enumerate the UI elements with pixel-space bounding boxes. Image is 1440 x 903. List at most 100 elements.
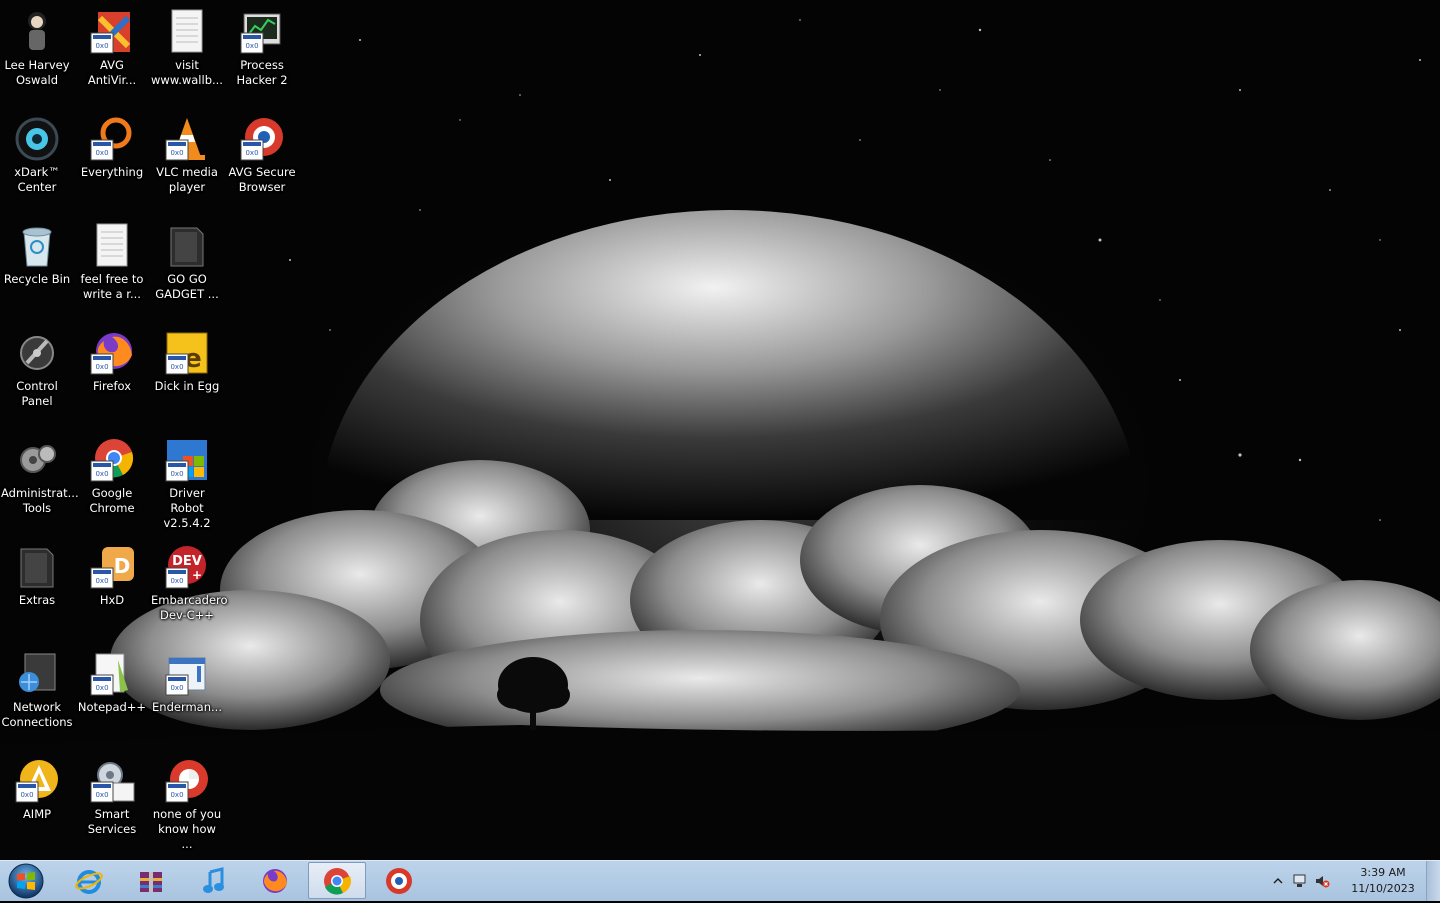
firefox-icon bbox=[263, 868, 287, 893]
desktop-icon[interactable]: visit www.wallb... bbox=[150, 4, 224, 88]
svg-text:0x0: 0x0 bbox=[245, 42, 258, 50]
folder-dark-icon bbox=[13, 543, 61, 591]
taskbar-clock[interactable]: 3:39 AM 11/10/2023 bbox=[1348, 865, 1418, 897]
svg-text:0x0: 0x0 bbox=[95, 42, 108, 50]
folder-dark-icon bbox=[163, 222, 211, 270]
hxd-icon: D 0x0 bbox=[88, 543, 136, 591]
desktop-icon-label: Driver Robot v2.5.4.2 bbox=[163, 486, 211, 530]
taskbar-button[interactable] bbox=[60, 862, 118, 899]
text-document-icon bbox=[163, 8, 211, 56]
taskbar-button[interactable] bbox=[308, 862, 366, 899]
system-tray: 3:39 AM 11/10/2023 bbox=[1270, 861, 1440, 901]
desktop-icon-label: GO GO GADGET ... bbox=[155, 272, 219, 301]
desktop-icon-label: AVG AntiVir... bbox=[87, 58, 137, 87]
svg-text:0x0: 0x0 bbox=[170, 577, 183, 585]
taskbar-button[interactable] bbox=[246, 862, 304, 899]
desktop-icon[interactable]: Lee Harvey Oswald bbox=[0, 4, 74, 88]
application-icon: 0x0 bbox=[163, 650, 211, 698]
person-figure-icon bbox=[13, 8, 61, 56]
desktop-icon[interactable]: 0x0 Notepad++ bbox=[75, 646, 149, 715]
desktop-icon[interactable]: 0x0 Firefox bbox=[75, 325, 149, 394]
desktop-icon-label: Process Hacker 2 bbox=[236, 58, 288, 87]
desktop-icon-label: feel free to write a r... bbox=[80, 272, 144, 301]
desktop-icon-label: AVG Secure Browser bbox=[228, 165, 296, 194]
clock-time: 3:39 AM bbox=[1360, 866, 1406, 879]
taskbar: 3:39 AM 11/10/2023 bbox=[0, 860, 1440, 901]
show-desktop-button[interactable] bbox=[1426, 861, 1440, 901]
svg-text:0x0: 0x0 bbox=[20, 791, 33, 799]
desktop-icon[interactable]: 0x0 Smart Services bbox=[75, 753, 149, 837]
desktop-icon[interactable]: 0x0 Google Chrome bbox=[75, 432, 149, 516]
desktop-icon[interactable]: 0x0 VLC media player bbox=[150, 111, 224, 195]
desktop-icon-label: Everything bbox=[80, 165, 144, 179]
desktop-icon[interactable]: xDark™ Center bbox=[0, 111, 74, 195]
desktop-icon[interactable]: 0x0 none of you know how ... bbox=[150, 753, 224, 852]
control-panel-icon bbox=[13, 329, 61, 377]
driver-robot-icon: 0x0 bbox=[163, 436, 211, 484]
notepadpp-icon: 0x0 bbox=[88, 650, 136, 698]
desktop-icon[interactable]: Extras bbox=[0, 539, 74, 608]
desktop-icon-label: Google Chrome bbox=[89, 486, 135, 515]
network-connections-icon bbox=[13, 650, 61, 698]
process-hacker-icon: 0x0 bbox=[238, 8, 286, 56]
chrome-icon bbox=[324, 867, 351, 895]
desktop-icon-label: HxD bbox=[99, 593, 125, 607]
taskbar-button[interactable] bbox=[122, 862, 180, 899]
desktop-icon[interactable]: 0x0 Driver Robot v2.5.4.2 bbox=[150, 432, 224, 531]
taskbar-button[interactable] bbox=[184, 862, 242, 899]
desktop-icon-label: Recycle Bin bbox=[3, 272, 71, 286]
desktop-icon[interactable]: D 0x0 HxD bbox=[75, 539, 149, 608]
clock-date: 11/10/2023 bbox=[1351, 882, 1415, 895]
desktop-icon-label: Control Panel bbox=[16, 379, 58, 408]
desktop-icon[interactable]: 0x0 Enderman... bbox=[150, 646, 224, 715]
everything-search-icon: 0x0 bbox=[88, 115, 136, 163]
svg-text:0x0: 0x0 bbox=[95, 470, 108, 478]
red-browser-icon: 0x0 bbox=[163, 757, 211, 805]
svg-text:0x0: 0x0 bbox=[95, 363, 108, 371]
avg-antivirus-icon: 0x0 bbox=[88, 8, 136, 56]
desktop-icon[interactable]: 0x0 AIMP bbox=[0, 753, 74, 822]
avg-browser-icon: 0x0 bbox=[238, 115, 286, 163]
smart-services-icon: 0x0 bbox=[88, 757, 136, 805]
desktop-icon[interactable]: GO GO GADGET ... bbox=[150, 218, 224, 302]
desktop-icon[interactable]: Administrat... Tools bbox=[0, 432, 79, 516]
desktop-icon[interactable]: feel free to write a r... bbox=[75, 218, 149, 302]
xdark-center-icon bbox=[13, 115, 61, 163]
network-icon[interactable] bbox=[1292, 873, 1308, 889]
recycle-bin-icon bbox=[13, 222, 61, 270]
svg-text:0x0: 0x0 bbox=[170, 791, 183, 799]
desktop-icon-label: AIMP bbox=[22, 807, 52, 821]
internet-explorer-icon bbox=[75, 869, 103, 894]
desktop-icon[interactable]: e 0x0 Dick in Egg bbox=[150, 325, 224, 394]
winrar-icon bbox=[140, 871, 162, 892]
volume-muted-icon[interactable] bbox=[1314, 873, 1330, 889]
chrome-icon: 0x0 bbox=[88, 436, 136, 484]
show-hidden-icons-arrow[interactable] bbox=[1270, 873, 1286, 889]
desktop-icon-label: Notepad++ bbox=[77, 700, 147, 714]
desktop-icon-label: visit www.wallb... bbox=[151, 58, 223, 87]
desktop-icon-label: Network Connections bbox=[1, 700, 73, 729]
desktop-icon[interactable]: 0x0 AVG Secure Browser bbox=[225, 111, 299, 195]
desktop-icon-label: xDark™ Center bbox=[14, 165, 60, 194]
desktop-icon[interactable]: 0x0 Everything bbox=[75, 111, 149, 180]
start-button[interactable] bbox=[6, 862, 46, 900]
taskbar-button[interactable] bbox=[370, 862, 428, 899]
desktop-icon[interactable]: Network Connections bbox=[0, 646, 74, 730]
svg-text:0x0: 0x0 bbox=[95, 684, 108, 692]
avg-browser-icon bbox=[386, 867, 412, 894]
desktop-icon[interactable]: 0x0 Process Hacker 2 bbox=[225, 4, 299, 88]
svg-text:0x0: 0x0 bbox=[95, 577, 108, 585]
vlc-cone-icon: 0x0 bbox=[163, 115, 211, 163]
svg-text:0x0: 0x0 bbox=[95, 149, 108, 157]
itunes-icon bbox=[203, 866, 224, 893]
desktop-icon[interactable]: Recycle Bin bbox=[0, 218, 74, 287]
aimp-icon: 0x0 bbox=[13, 757, 61, 805]
desktop-icon[interactable]: Control Panel bbox=[0, 325, 74, 409]
desktop-icon[interactable]: DEV +0x0 Embarcadero Dev-C++ bbox=[150, 539, 228, 623]
desktop-icon-label: Administrat... Tools bbox=[1, 486, 79, 515]
desktop-icon-label: Firefox bbox=[92, 379, 132, 393]
desktop-icon[interactable]: 0x0 AVG AntiVir... bbox=[75, 4, 149, 88]
svg-text:0x0: 0x0 bbox=[95, 791, 108, 799]
desktop-icon-label: Embarcadero Dev-C++ bbox=[151, 593, 228, 622]
start-orb-icon bbox=[8, 863, 44, 899]
